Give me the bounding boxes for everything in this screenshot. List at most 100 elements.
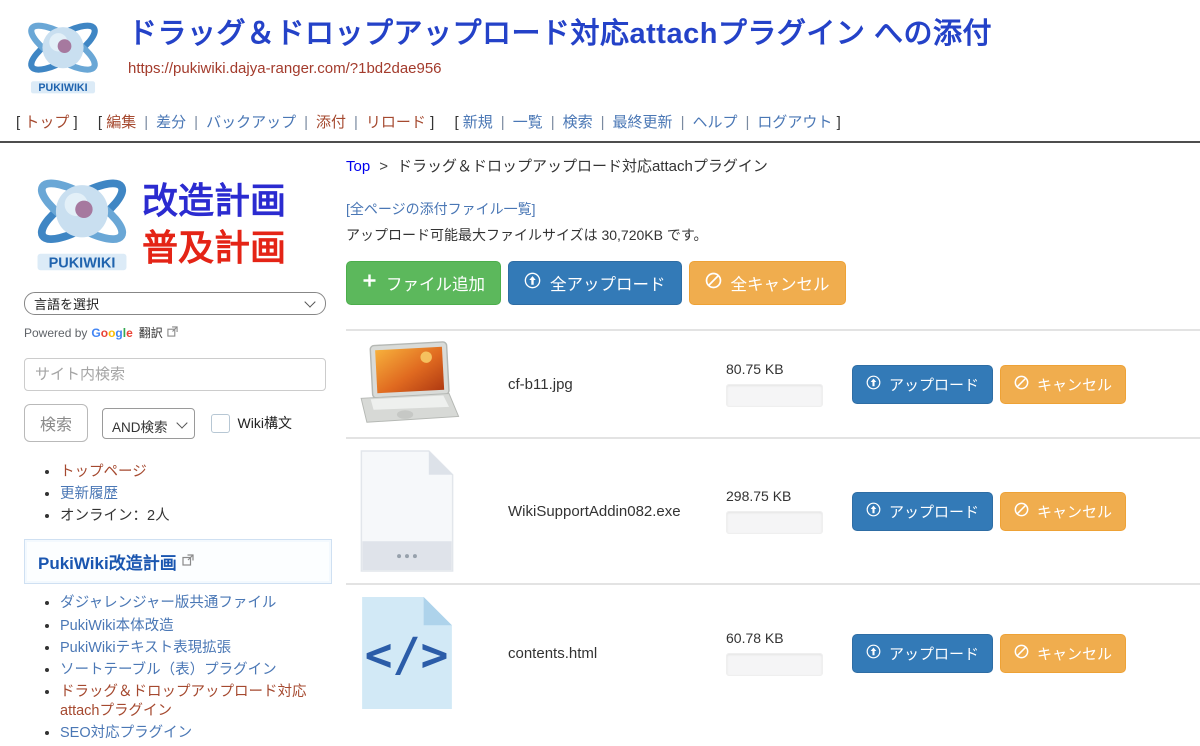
sidebar-link-sort-table[interactable]: ソートテーブル（表）プラグイン [60, 662, 277, 678]
file-size: 60.78 KB [726, 630, 838, 646]
code-file-icon: </> [346, 595, 468, 711]
pukiwiki-atom-logo-icon[interactable]: PUKIWIKI [16, 8, 110, 103]
sidebar: PUKIWIKI 改造計画 普及計画 言語を選択 Powered by Goog… [0, 143, 346, 746]
language-select[interactable]: 言語を選択 [24, 292, 326, 315]
upload-all-button[interactable]: 全アップロード [508, 261, 682, 305]
list-item: 更新履歴 [60, 485, 332, 504]
translate-label: 翻訳 [139, 324, 163, 341]
nav-link-attach[interactable]: 添付 [316, 114, 346, 131]
breadcrumb-current: ドラッグ＆ドロップアップロード対応attachプラグイン [397, 158, 768, 175]
cancel-label: キャンセル [1037, 374, 1112, 395]
nav-link-new[interactable]: 新規 [463, 114, 493, 131]
upload-button[interactable]: アップロード [852, 634, 993, 673]
sidebar-link-seo[interactable]: SEO対応プラグイン [60, 725, 192, 741]
external-link-icon [167, 326, 178, 340]
file-row: cf-b11.jpg 80.75 KB アップロード [346, 329, 1200, 437]
banner-fukyuu-text: 普及計画 [142, 228, 286, 268]
upload-label: アップロード [889, 501, 979, 522]
external-link-icon [182, 553, 194, 571]
nav-link-edit[interactable]: 編集 [106, 114, 136, 131]
nav-link-search[interactable]: 検索 [563, 114, 593, 131]
bracket: ] [74, 114, 78, 131]
page-title: ドラッグ＆ドロップアップロード対応attachプラグイン への添付 [128, 18, 992, 51]
cancel-button[interactable]: キャンセル [1000, 492, 1126, 531]
upload-circle-icon [866, 502, 881, 521]
file-size: 80.75 KB [726, 361, 838, 377]
sidebar-link-core-mod[interactable]: PukiWiki本体改造 [60, 618, 174, 634]
sidebar-heading-box[interactable]: PukiWiki改造計画 [24, 539, 332, 584]
sidebar-link-dnd-attach[interactable]: ドラッグ＆ドロップアップロード対応attachプラグイン [60, 684, 307, 719]
wiki-syntax-label: Wiki構文 [238, 413, 292, 433]
page-header: PUKIWIKI ドラッグ＆ドロップアップロード対応attachプラグイン への… [0, 0, 1200, 103]
nav-link-list[interactable]: 一覧 [513, 114, 543, 131]
upload-label: アップロード [889, 643, 979, 664]
nav-separator: | [745, 114, 749, 131]
upload-circle-icon [524, 272, 541, 294]
bracket: [ [98, 114, 102, 131]
sidebar-banner[interactable]: PUKIWIKI 改造計画 普及計画 [24, 159, 332, 282]
upload-circle-icon [866, 375, 881, 394]
ban-icon [1014, 502, 1029, 521]
nav-link-reload[interactable]: リロード [366, 114, 426, 131]
add-file-button[interactable]: ファイル追加 [346, 261, 501, 305]
list-item: オンライン：2人 [60, 507, 332, 526]
google-translate-attribution: Powered by Google 翻訳 [24, 324, 332, 341]
file-row: WikiSupportAddin082.exe 298.75 KB アップロード [346, 437, 1200, 583]
sidebar-link-toppage[interactable]: トップページ [60, 464, 147, 480]
pukiwiki-atom-logo-icon: PUKIWIKI [24, 159, 140, 282]
upload-circle-icon [866, 644, 881, 663]
upload-button[interactable]: アップロード [852, 365, 993, 404]
nav-separator: | [144, 114, 148, 131]
banner-kaizou-text: 改造計画 [142, 174, 286, 228]
upload-progress-bar [726, 384, 823, 407]
list-item: PukiWikiテキスト表現拡張 [60, 639, 332, 658]
upload-button[interactable]: アップロード [852, 492, 993, 531]
sidebar-link-text-ext[interactable]: PukiWikiテキスト表現拡張 [60, 640, 231, 656]
sidebar-link-common-files[interactable]: ダジャレンジャー版共通ファイル [60, 595, 276, 611]
nav-separator: | [551, 114, 555, 131]
sidebar-plugin-links: ダジャレンジャー版共通ファイル PukiWiki本体改造 PukiWikiテキス… [24, 594, 332, 743]
cancel-button[interactable]: キャンセル [1000, 634, 1126, 673]
search-button[interactable]: 検索 [24, 404, 88, 442]
nav-link-recent[interactable]: 最終更新 [613, 114, 673, 131]
nav-separator: | [501, 114, 505, 131]
add-file-label: ファイル追加 [386, 271, 485, 295]
list-item: ソートテーブル（表）プラグイン [60, 661, 332, 680]
nav-link-logout[interactable]: ログアウト [757, 114, 832, 131]
upload-progress-bar [726, 511, 823, 534]
top-navbar: [ トップ ] [ 編集|差分|バックアップ|添付|リロード ] [ 新規|一覧… [0, 103, 1200, 132]
nav-link-backup[interactable]: バックアップ [206, 114, 296, 131]
site-search-input[interactable] [24, 358, 326, 391]
breadcrumb-home-link[interactable]: Top [346, 158, 370, 175]
file-name: contents.html [468, 645, 726, 662]
nav-link-help[interactable]: ヘルプ [692, 114, 737, 131]
list-item: トップページ [60, 463, 332, 482]
file-row: </> contents.html 60.78 KB アップロード [346, 583, 1200, 721]
list-item: ダジャレンジャー版共通ファイル [60, 594, 332, 613]
list-item: ドラッグ＆ドロップアップロード対応attachプラグイン [60, 683, 332, 721]
cancel-button[interactable]: キャンセル [1000, 365, 1126, 404]
cancel-label: キャンセル [1037, 643, 1112, 664]
nav-link-diff[interactable]: 差分 [156, 114, 186, 131]
pukiwiki-logo-text: PUKIWIKI [38, 82, 87, 94]
list-item: SEO対応プラグイン [60, 724, 332, 743]
plus-icon [362, 273, 377, 293]
max-upload-size-text: アップロード可能最大ファイルサイズは 30,720KB です。 [346, 225, 1200, 245]
upload-file-list: cf-b11.jpg 80.75 KB アップロード [346, 329, 1200, 721]
google-logo-text: Google [91, 326, 132, 340]
nav-link-top[interactable]: トップ [24, 114, 69, 131]
sidebar-heading-text: PukiWiki改造計画 [38, 549, 177, 574]
page-url-link[interactable]: https://pukiwiki.dajya-ranger.com/?1bd2d… [128, 60, 442, 77]
wiki-syntax-checkbox[interactable] [211, 414, 230, 433]
sidebar-link-history[interactable]: 更新履歴 [60, 486, 118, 502]
cancel-all-button[interactable]: 全キャンセル [689, 261, 846, 305]
nav-separator: | [681, 114, 685, 131]
powered-by-label: Powered by [24, 326, 87, 340]
all-attachments-link[interactable]: [全ページの添付ファイル一覧] [346, 199, 536, 219]
nav-separator: | [304, 114, 308, 131]
upload-label: アップロード [889, 374, 979, 395]
bulk-actions: ファイル追加 全アップロード 全キャンセル [346, 261, 1200, 305]
nav-separator: | [354, 114, 358, 131]
file-name: WikiSupportAddin082.exe [468, 503, 726, 520]
upload-progress-bar [726, 653, 823, 676]
